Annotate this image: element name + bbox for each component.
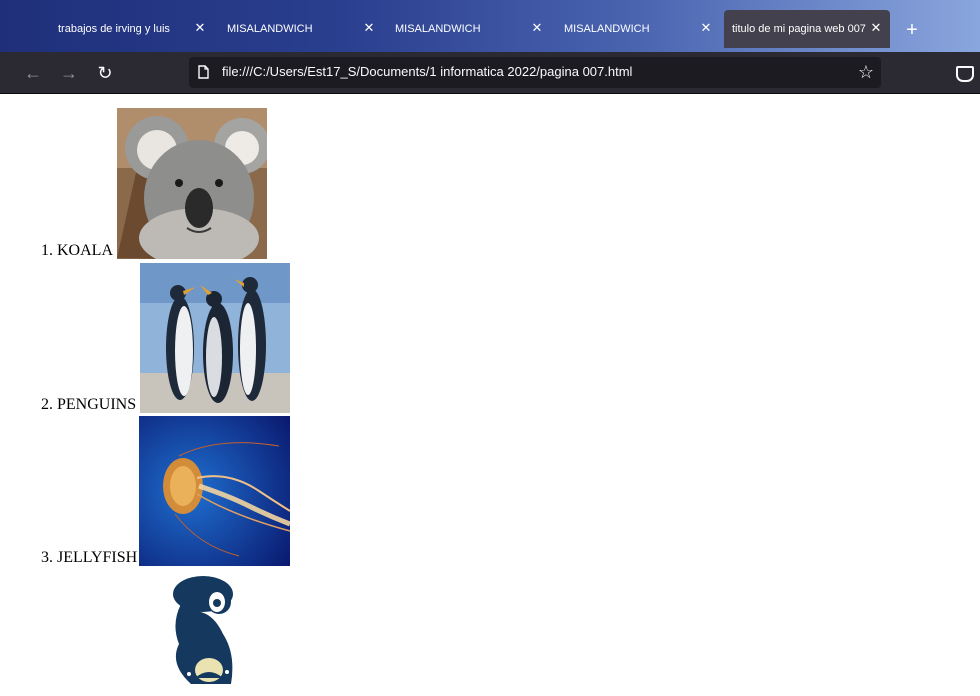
url-text: file:///C:/Users/Est17_S/Documents/1 inf… xyxy=(222,64,633,79)
tab-misalandwich-3[interactable]: MISALANDWICH ✕ xyxy=(556,10,720,48)
stitch-silhouette xyxy=(161,574,241,690)
tab-label: MISALANDWICH xyxy=(564,23,650,35)
page-icon xyxy=(198,65,209,79)
list-item: 1. KOALA xyxy=(41,108,267,259)
koala-photo xyxy=(117,108,267,259)
forward-button[interactable]: → xyxy=(58,62,80,84)
close-icon[interactable]: ✕ xyxy=(192,20,208,36)
reload-icon: ↻ xyxy=(97,63,113,83)
pocket-icon[interactable] xyxy=(956,66,974,82)
tab-label: trabajos de irving y luis xyxy=(58,23,170,35)
close-icon[interactable]: ✕ xyxy=(868,20,884,36)
new-tab-button[interactable]: + xyxy=(902,20,922,40)
item-label: 3. JELLYFISH xyxy=(41,549,138,566)
browser-window: trabajos de irving y luis ✕ MISALANDWICH… xyxy=(0,0,980,696)
tab-label: MISALANDWICH xyxy=(227,23,313,35)
jellyfish-photo xyxy=(139,416,291,566)
close-icon[interactable]: ✕ xyxy=(529,20,545,36)
tab-strip: trabajos de irving y luis ✕ MISALANDWICH… xyxy=(0,0,980,52)
back-button[interactable]: ← xyxy=(22,62,44,84)
tab-misalandwich-2[interactable]: MISALANDWICH ✕ xyxy=(387,10,551,48)
star-icon[interactable]: ☆ xyxy=(858,62,874,82)
arrow-right-icon: → xyxy=(60,63,78,83)
tab-label: MISALANDWICH xyxy=(395,23,481,35)
list-item: 3. JELLYFISH xyxy=(41,416,291,566)
item-label: 2. PENGUINS xyxy=(41,396,137,413)
list-item xyxy=(41,574,241,690)
page-content: 1. KOALA 2. PENGUINS 3. JELLYFISH xyxy=(0,94,980,696)
item-label: 1. KOALA xyxy=(41,242,113,259)
tab-misalandwich-1[interactable]: MISALANDWICH ✕ xyxy=(219,10,383,48)
arrow-left-icon: ← xyxy=(24,63,42,83)
nav-toolbar: ← → ↻ file:///C:/Users/Est17_S/Documents… xyxy=(0,52,980,94)
address-bar[interactable]: file:///C:/Users/Est17_S/Documents/1 inf… xyxy=(189,57,881,88)
tab-trabajos[interactable]: trabajos de irving y luis ✕ xyxy=(50,10,214,48)
close-icon[interactable]: ✕ xyxy=(361,20,377,36)
tab-titulo-active[interactable]: titulo de mi pagina web 007 ✕ xyxy=(724,10,890,48)
tab-label: titulo de mi pagina web 007 xyxy=(732,23,866,35)
penguins-photo xyxy=(140,263,291,413)
list-item: 2. PENGUINS xyxy=(41,263,291,413)
close-icon[interactable]: ✕ xyxy=(698,20,714,36)
reload-button[interactable]: ↻ xyxy=(94,62,116,84)
